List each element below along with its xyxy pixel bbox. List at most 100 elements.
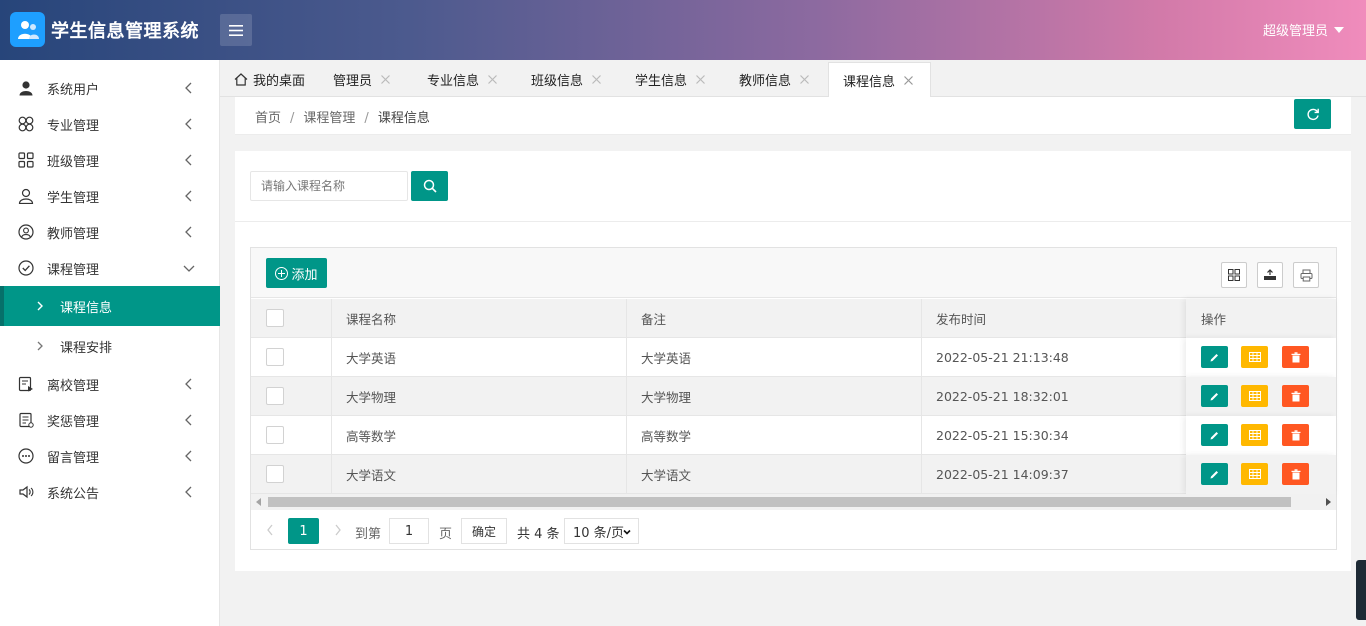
plus-circle-icon	[275, 266, 289, 280]
delete-button[interactable]	[1282, 463, 1309, 485]
columns-icon	[1228, 269, 1240, 281]
sidebar-item-system-users[interactable]: 系统用户	[0, 70, 220, 106]
sidebar-subitem-course-schedule[interactable]: 课程安排	[0, 326, 220, 366]
tab-student-info[interactable]: 学生信息	[635, 62, 706, 97]
sidebar-item-label: 系统用户	[47, 82, 100, 98]
person-icon	[18, 188, 34, 204]
list-doc-icon	[19, 412, 34, 428]
edit-button[interactable]	[1201, 385, 1228, 407]
breadcrumb-home[interactable]: 首页	[255, 111, 281, 126]
sidebar-item-announcements[interactable]: 系统公告	[0, 474, 220, 510]
column-divider	[626, 299, 627, 338]
column-divider	[331, 416, 332, 455]
row-checkbox[interactable]	[266, 426, 284, 444]
sidebar-item-teachers[interactable]: 教师管理	[0, 214, 220, 250]
detail-button[interactable]	[1241, 385, 1268, 407]
sidebar-item-messages[interactable]: 留言管理	[0, 438, 220, 474]
column-filter-button[interactable]	[1221, 262, 1247, 288]
edit-button[interactable]	[1201, 463, 1228, 485]
tab-teacher-info[interactable]: 教师信息	[739, 62, 810, 97]
column-divider	[921, 338, 922, 377]
scroll-left-arrow-icon[interactable]	[256, 498, 261, 506]
tab-admins[interactable]: 管理员	[333, 62, 391, 97]
tab-label: 教师信息	[739, 74, 792, 89]
search-button[interactable]	[411, 171, 448, 201]
pencil-icon	[1210, 392, 1218, 400]
table-icon	[1248, 391, 1261, 401]
refresh-button[interactable]	[1294, 99, 1331, 129]
edit-button[interactable]	[1201, 346, 1228, 368]
export-button[interactable]	[1257, 262, 1283, 288]
close-icon[interactable]	[695, 74, 706, 85]
current-page-button[interactable]: 1	[288, 518, 319, 544]
tab-class-info[interactable]: 班级信息	[531, 62, 602, 97]
column-divider	[626, 338, 627, 377]
close-icon[interactable]	[799, 74, 810, 85]
delete-button[interactable]	[1282, 424, 1309, 446]
dial-icon	[18, 448, 34, 464]
row-actions	[1186, 338, 1336, 377]
user-menu[interactable]: 超级管理员	[1263, 20, 1344, 39]
edit-button[interactable]	[1201, 424, 1228, 446]
sidebar-item-leave-school[interactable]: 离校管理	[0, 366, 220, 402]
scrollbar-thumb[interactable]	[268, 497, 1291, 507]
add-button[interactable]: 添加	[266, 258, 327, 288]
sidebar-item-rewards[interactable]: 奖惩管理	[0, 402, 220, 438]
goto-page-input[interactable]	[389, 518, 429, 544]
breadcrumb-course-management[interactable]: 课程管理	[303, 111, 355, 126]
sidebar-item-label: 教师管理	[47, 226, 100, 242]
divider	[235, 221, 1351, 222]
app-title: 学生信息管理系统	[51, 20, 199, 42]
cell-publish-time: 2022-05-21 18:32:01	[936, 389, 1069, 404]
close-icon[interactable]	[591, 74, 602, 85]
next-page-icon[interactable]	[333, 523, 343, 537]
delete-button[interactable]	[1282, 346, 1309, 368]
table-row: 高等数学 高等数学 2022-05-21 15:30:34	[251, 416, 1336, 455]
cell-note: 大学物理	[641, 390, 692, 405]
menu-toggle-button[interactable]	[220, 14, 252, 46]
prev-page-icon[interactable]	[265, 523, 275, 537]
goto-confirm-button[interactable]: 确定	[461, 518, 507, 544]
caret-down-icon	[1334, 26, 1344, 33]
course-name-search-input[interactable]	[250, 171, 408, 201]
chevron-right-icon	[37, 341, 43, 351]
detail-button[interactable]	[1241, 463, 1268, 485]
clover-icon	[18, 116, 34, 132]
close-icon[interactable]	[487, 74, 498, 85]
column-divider	[331, 338, 332, 377]
row-checkbox[interactable]	[266, 348, 284, 366]
scroll-right-arrow-icon[interactable]	[1326, 498, 1331, 506]
sidebar-item-classes[interactable]: 班级管理	[0, 142, 220, 178]
page-size-select[interactable]: 10 条/页	[564, 518, 639, 544]
sidebar-item-majors[interactable]: 专业管理	[0, 106, 220, 142]
close-icon[interactable]	[903, 75, 914, 86]
table-row: 大学语文 大学语文 2022-05-21 14:09:37	[251, 455, 1336, 494]
tab-desktop[interactable]: 我的桌面	[234, 62, 305, 97]
tab-label: 专业信息	[427, 74, 480, 89]
close-icon[interactable]	[380, 74, 391, 85]
sidebar-subitem-course-info[interactable]: 课程信息	[0, 286, 220, 326]
sidebar: 系统用户 专业管理 班级管理 学生管理 教师管理 课程管理 课程信息 课程安排	[0, 60, 220, 626]
tab-course-info[interactable]: 课程信息	[828, 62, 931, 97]
horizontal-scrollbar[interactable]	[251, 494, 1336, 510]
select-all-checkbox[interactable]	[266, 309, 284, 327]
floating-widget[interactable]	[1356, 560, 1366, 620]
detail-button[interactable]	[1241, 424, 1268, 446]
chevron-left-icon	[185, 486, 192, 498]
chevron-left-icon	[185, 414, 192, 426]
delete-button[interactable]	[1282, 385, 1309, 407]
column-divider	[331, 377, 332, 416]
sidebar-item-students[interactable]: 学生管理	[0, 178, 220, 214]
print-button[interactable]	[1293, 262, 1319, 288]
sidebar-item-courses[interactable]: 课程管理	[0, 250, 220, 286]
row-checkbox[interactable]	[266, 465, 284, 483]
tab-major-info[interactable]: 专业信息	[427, 62, 498, 97]
sidebar-item-label: 学生管理	[47, 190, 100, 206]
tab-bar: 我的桌面 管理员 专业信息 班级信息 学生信息 教师信息 课程信息	[220, 60, 1366, 97]
sidebar-item-label: 课程管理	[47, 262, 100, 278]
detail-button[interactable]	[1241, 346, 1268, 368]
user-name: 超级管理员	[1262, 24, 1328, 39]
row-checkbox[interactable]	[266, 387, 284, 405]
column-divider	[331, 455, 332, 494]
app-logo[interactable]: 学生信息管理系统	[10, 12, 199, 47]
